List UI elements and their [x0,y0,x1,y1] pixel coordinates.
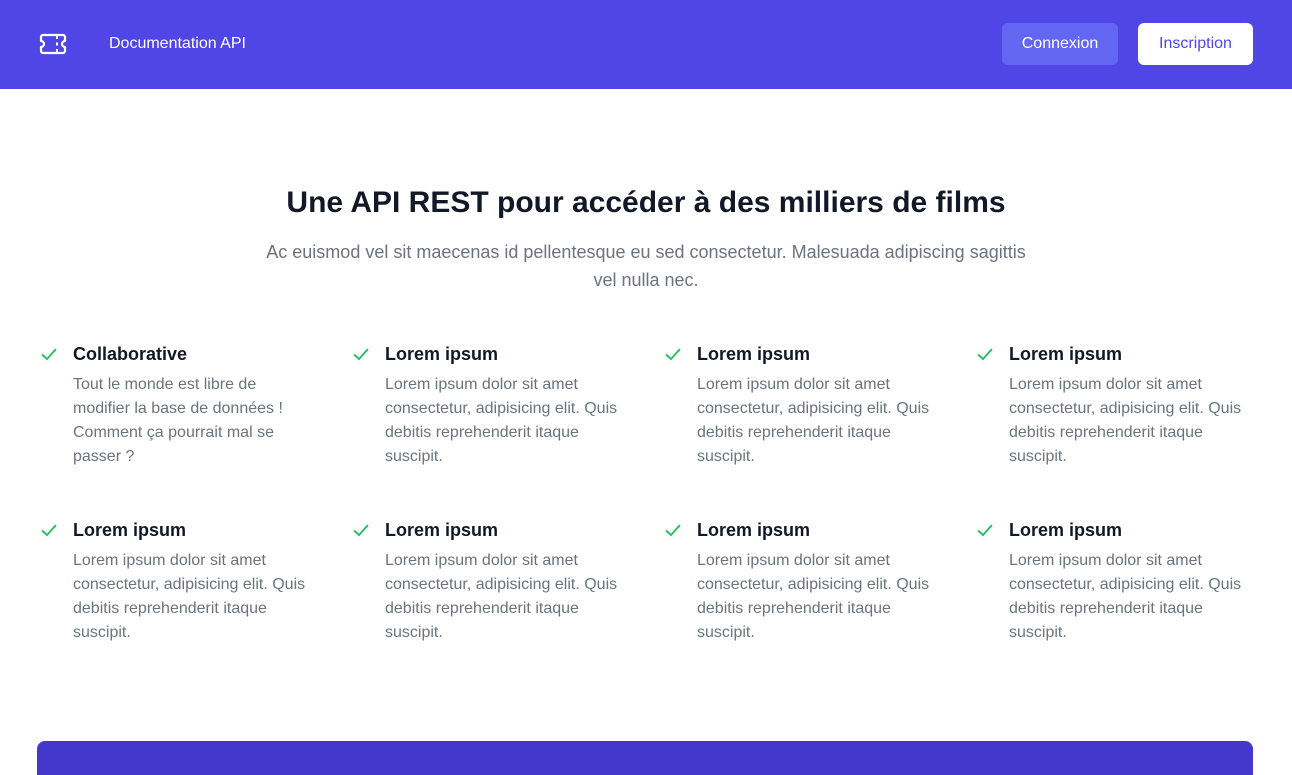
top-navbar: Documentation API Connexion Inscription [0,0,1292,89]
check-icon [353,524,369,537]
feature-description: Lorem ipsum dolor sit amet consectetur, … [73,552,306,641]
feature-item: Collaborative Tout le monde est libre de… [37,341,349,477]
feature-description: Lorem ipsum dolor sit amet consectetur, … [1009,376,1242,465]
feature-title: Lorem ipsum [385,520,499,540]
feature-item: Lorem ipsum Lorem ipsum dolor sit amet c… [349,517,661,653]
signup-button[interactable]: Inscription [1138,23,1253,65]
check-icon [665,348,681,361]
check-icon [665,524,681,537]
check-icon [977,524,993,537]
feature-description: Lorem ipsum dolor sit amet consectetur, … [385,376,618,465]
feature-description: Lorem ipsum dolor sit amet consectetur, … [1009,552,1242,641]
check-icon [41,348,57,361]
check-icon [353,348,369,361]
feature-item: Lorem ipsum Lorem ipsum dolor sit amet c… [973,341,1285,477]
page-subtitle: Ac euismod vel sit maecenas id pellentes… [266,242,1026,290]
feature-description: Lorem ipsum dolor sit amet consectetur, … [697,376,930,465]
cta-section [37,741,1253,775]
feature-title: Lorem ipsum [1009,520,1123,540]
feature-item: Lorem ipsum Lorem ipsum dolor sit amet c… [37,517,349,653]
feature-description: Lorem ipsum dolor sit amet consectetur, … [385,552,618,641]
feature-title: Collaborative [73,344,188,364]
page-title: Une API REST pour accéder à des milliers… [286,186,1006,219]
feature-title: Lorem ipsum [1009,344,1123,364]
feature-item: Lorem ipsum Lorem ipsum dolor sit amet c… [661,517,973,653]
feature-title: Lorem ipsum [697,520,811,540]
nav-link-api-docs[interactable]: Documentation API [109,34,246,54]
feature-item: Lorem ipsum Lorem ipsum dolor sit amet c… [349,341,661,477]
features-grid: Collaborative Tout le monde est libre de… [37,341,1257,653]
feature-title: Lorem ipsum [73,520,187,540]
feature-description: Tout le monde est libre de modifier la b… [73,376,283,465]
login-button[interactable]: Connexion [1002,23,1118,65]
ticket-icon[interactable] [39,32,67,56]
check-icon [977,348,993,361]
feature-item: Lorem ipsum Lorem ipsum dolor sit amet c… [661,341,973,477]
feature-description: Lorem ipsum dolor sit amet consectetur, … [697,552,930,641]
feature-title: Lorem ipsum [697,344,811,364]
feature-title: Lorem ipsum [385,344,499,364]
feature-item: Lorem ipsum Lorem ipsum dolor sit amet c… [973,517,1285,653]
check-icon [41,524,57,537]
